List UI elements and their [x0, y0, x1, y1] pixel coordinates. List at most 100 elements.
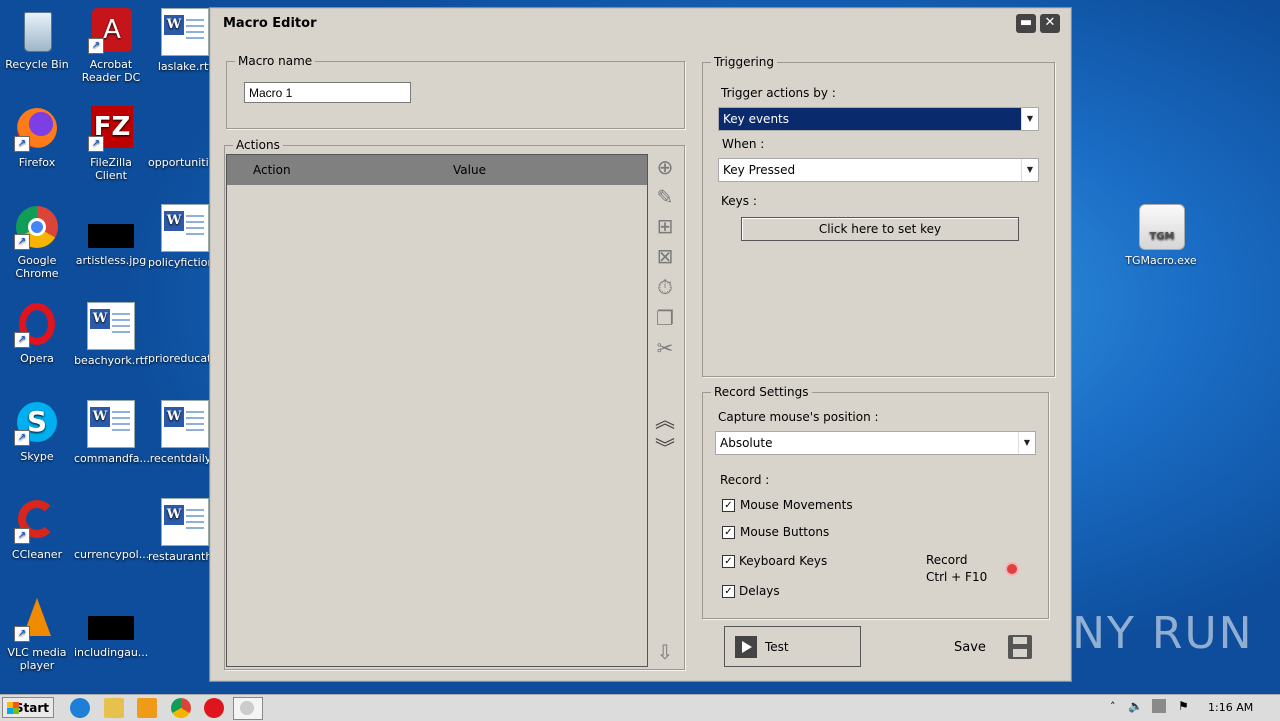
actions-table[interactable]: Action Value: [226, 154, 648, 667]
blank-file-icon: [162, 106, 208, 152]
file-explorer-icon[interactable]: [104, 698, 124, 718]
opera-icon: ↗: [14, 302, 60, 348]
acrobat-icon[interactable]: A ↗ Acrobat Reader DC: [74, 8, 148, 84]
delete-action-icon[interactable]: ⊠: [653, 244, 677, 268]
firefox-icon[interactable]: ↗ Firefox: [0, 106, 74, 169]
copy-action-icon[interactable]: ❐: [653, 306, 677, 330]
macro-editor-window: Macro Editor ▬ ✕ Macro name Actions Acti…: [209, 7, 1072, 682]
firefox-icon: ↗: [14, 106, 60, 152]
minimize-button[interactable]: ▬: [1016, 14, 1036, 33]
shortcut-arrow-icon: ↗: [14, 528, 30, 544]
desktop-icon-label: Recycle Bin: [5, 58, 69, 71]
shortcut-arrow-icon: ↗: [14, 626, 30, 642]
move-down-icon[interactable]: ︾: [653, 436, 677, 460]
mouse-movements-checkbox[interactable]: ✓: [722, 499, 735, 512]
show-hidden-icons[interactable]: ˄: [1110, 700, 1116, 713]
chevron-down-icon[interactable]: ▼: [1021, 159, 1038, 181]
save-disk-icon[interactable]: [1008, 635, 1032, 659]
close-button[interactable]: ✕: [1040, 14, 1060, 33]
shortcut-arrow-icon: ↗: [14, 430, 30, 446]
macro-name-legend: Macro name: [238, 54, 313, 68]
capture-mouse-dropdown[interactable]: Absolute ▼: [715, 431, 1036, 455]
volume-icon[interactable]: 🔈: [1128, 699, 1143, 713]
trigger-dropdown[interactable]: Key events ▼: [718, 107, 1039, 131]
insert-action-icon[interactable]: ⊞: [653, 214, 677, 238]
skype-icon: S ↗: [14, 400, 60, 446]
filezilla-icon[interactable]: FZ ↗ FileZilla Client: [74, 106, 148, 182]
play-icon: [735, 636, 757, 658]
desktop-icon-label: FileZilla Client: [90, 156, 132, 182]
chevron-down-icon[interactable]: ▼: [1021, 108, 1038, 130]
word-document-icon: W: [161, 400, 209, 448]
media-player-icon[interactable]: [137, 698, 157, 718]
desktop-icon-label: CCleaner: [11, 548, 63, 561]
action-center-flag-icon[interactable]: ⚑: [1178, 699, 1189, 713]
column-header-action[interactable]: Action: [253, 163, 291, 177]
ccleaner-icon[interactable]: ↗ CCleaner: [0, 498, 74, 561]
shortcut-arrow-icon: ↗: [14, 136, 30, 152]
start-button[interactable]: Start: [2, 697, 54, 718]
chrome-icon[interactable]: ↗ Google Chrome: [0, 204, 74, 280]
network-icon[interactable]: [1152, 699, 1166, 713]
filezilla-icon: FZ ↗: [88, 106, 134, 152]
currencypol-file-icon[interactable]: currencypol...: [74, 498, 149, 561]
capture-mouse-label: Capture mouse's position :: [718, 410, 879, 424]
desktop-icon-label: commandfa...: [74, 452, 151, 465]
add-action-icon[interactable]: ⊕: [653, 155, 677, 179]
taskbar: Start ˄ 🔈 ⚑ 1:16 AM: [0, 694, 1280, 721]
internet-explorer-icon[interactable]: [70, 698, 90, 718]
artistless-file-icon[interactable]: artistless.jpg: [74, 204, 148, 267]
tgmacro-taskbar-icon: [240, 701, 254, 715]
edit-action-icon[interactable]: ✎: [653, 185, 677, 209]
delay-timer-icon[interactable]: ⏱: [653, 275, 677, 299]
recycle-bin-icon[interactable]: Recycle Bin: [0, 8, 74, 71]
shortcut-arrow-icon: ↗: [88, 38, 104, 54]
import-icon[interactable]: ⇩: [653, 640, 677, 664]
desktop-icon-label: Firefox: [18, 156, 56, 169]
desktop-icon-label: Skype: [20, 450, 54, 463]
word-document-icon: W: [161, 204, 209, 252]
record-hotkey-label: Record: [926, 553, 968, 567]
keyboard-keys-checkbox[interactable]: ✓: [722, 555, 735, 568]
tgmacro-exe-icon[interactable]: TGM TGMacro.exe: [1124, 204, 1198, 267]
opera-taskbar-icon[interactable]: [204, 698, 224, 718]
desktop-icon-label: Opera: [20, 352, 54, 365]
clear-actions-icon[interactable]: ✂: [653, 336, 677, 360]
includingau-file-icon[interactable]: includingau...: [74, 596, 148, 659]
save-label[interactable]: Save: [954, 640, 986, 655]
desktop-icon-label: beachyork.rtf: [74, 354, 148, 367]
shortcut-arrow-icon: ↗: [88, 136, 104, 152]
vlc-icon[interactable]: ↗ VLC media player: [0, 596, 74, 672]
delays-checkbox[interactable]: ✓: [722, 585, 735, 598]
beachyork-file-icon[interactable]: W beachyork.rtf: [74, 302, 148, 367]
move-up-icon[interactable]: ︽: [653, 408, 677, 432]
set-key-button[interactable]: Click here to set key: [741, 217, 1019, 241]
opera-icon[interactable]: ↗ Opera: [0, 302, 74, 365]
mouse-buttons-checkbox[interactable]: ✓: [722, 526, 735, 539]
macro-name-input[interactable]: [244, 82, 411, 103]
column-header-value[interactable]: Value: [453, 163, 486, 177]
commandfa-file-icon[interactable]: W commandfa...: [74, 400, 151, 465]
keyboard-keys-label: Keyboard Keys: [739, 554, 828, 568]
skype-icon[interactable]: S ↗ Skype: [0, 400, 74, 463]
keys-label: Keys :: [721, 194, 757, 208]
test-button[interactable]: Test: [724, 626, 861, 667]
vlc-cone-icon: ↗: [14, 596, 60, 642]
record-button-icon[interactable]: [1007, 564, 1017, 574]
when-label: When :: [722, 137, 765, 151]
acrobat-reader-icon: A ↗: [88, 8, 134, 54]
clock[interactable]: 1:16 AM: [1208, 701, 1253, 714]
shortcut-arrow-icon: ↗: [14, 332, 30, 348]
image-thumbnail-icon: [88, 596, 134, 642]
tgmacro-taskbar-button[interactable]: [233, 697, 263, 720]
desktop-icon-label: TGMacro.exe: [1125, 254, 1197, 267]
recycle-bin-icon: [14, 8, 60, 54]
actions-legend: Actions: [236, 138, 280, 152]
desktop-icon-label: includingau...: [74, 646, 149, 659]
trigger-dropdown-value: Key events: [723, 112, 789, 126]
desktop-icon-label: artistless.jpg: [75, 254, 147, 267]
chevron-down-icon[interactable]: ▼: [1018, 432, 1035, 454]
chrome-taskbar-icon[interactable]: [171, 698, 191, 718]
watermark: ANY RUN: [1040, 608, 1254, 659]
when-dropdown[interactable]: Key Pressed ▼: [718, 158, 1039, 182]
